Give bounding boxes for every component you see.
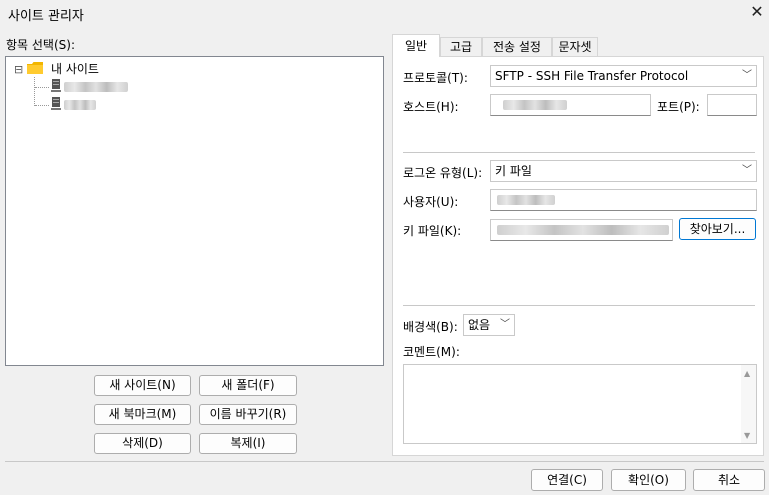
tree-item-site-1[interactable] <box>64 82 128 92</box>
bgcolor-value: 없음 <box>468 318 491 332</box>
cancel-button[interactable]: 취소 <box>693 469 765 491</box>
protocol-label: 프로토콜(T): <box>403 71 468 85</box>
tab-general[interactable]: 일반 <box>392 34 440 57</box>
scroll-up-icon[interactable]: ▲ <box>744 369 750 378</box>
footer-separator <box>5 461 764 462</box>
bgcolor-label: 배경색(B): <box>403 320 458 334</box>
tab-charset[interactable]: 문자셋 <box>552 37 598 56</box>
rename-button[interactable]: 이름 바꾸기(R) <box>199 404 297 425</box>
host-label: 호스트(H): <box>403 100 459 114</box>
tab-transfer-settings[interactable]: 전송 설정 <box>482 37 552 56</box>
collapse-toggle-icon[interactable]: ⊟ <box>14 63 23 76</box>
logon-type-value: 키 파일 <box>495 164 532 178</box>
comment-scrollbar[interactable]: ▲ ▼ <box>741 365 756 443</box>
user-label: 사용자(U): <box>403 195 459 209</box>
tree-root-label[interactable]: 내 사이트 <box>51 60 99 77</box>
tree-connector <box>35 87 49 89</box>
new-bookmark-button[interactable]: 새 북마크(M) <box>94 404 191 425</box>
server-icon <box>51 79 61 93</box>
port-label: 포트(P): <box>657 100 700 114</box>
comment-label: 코멘트(M): <box>403 345 460 359</box>
tab-advanced[interactable]: 고급 <box>440 37 482 56</box>
tree-connector <box>35 105 49 107</box>
tree-item-site-2[interactable] <box>64 100 96 110</box>
site-tree[interactable]: ⊟ 내 사이트 <box>5 56 384 366</box>
connect-button[interactable]: 연결(C) <box>531 469 603 491</box>
port-input[interactable] <box>707 94 757 116</box>
scroll-down-icon[interactable]: ▼ <box>744 431 750 440</box>
chevron-down-icon: ﹀ <box>742 70 752 81</box>
new-folder-button[interactable]: 새 폴더(F) <box>199 375 297 396</box>
chevron-down-icon: ﹀ <box>500 319 510 330</box>
duplicate-button[interactable]: 복제(I) <box>199 433 297 454</box>
window-title: 사이트 관리자 <box>8 9 84 24</box>
separator <box>403 152 755 153</box>
user-input[interactable] <box>490 189 757 211</box>
server-icon <box>51 97 61 111</box>
logon-type-select[interactable]: 키 파일 ﹀ <box>490 160 757 182</box>
tree-connector <box>34 77 36 106</box>
close-icon[interactable]: ✕ <box>748 3 766 21</box>
keyfile-label: 키 파일(K): <box>403 224 462 238</box>
delete-button[interactable]: 삭제(D) <box>94 433 191 454</box>
select-entry-label: 항목 선택(S): <box>6 38 75 52</box>
protocol-value: SFTP - SSH File Transfer Protocol <box>495 69 689 83</box>
host-value-redacted <box>503 100 567 110</box>
folder-icon <box>27 62 43 74</box>
ok-button[interactable]: 확인(O) <box>611 469 686 491</box>
chevron-down-icon: ﹀ <box>742 165 752 176</box>
keyfile-value-redacted <box>497 225 669 235</box>
user-value-redacted <box>497 195 555 205</box>
bgcolor-select[interactable]: 없음 ﹀ <box>463 314 515 336</box>
protocol-select[interactable]: SFTP - SSH File Transfer Protocol ﹀ <box>490 65 757 87</box>
separator <box>403 305 755 306</box>
browse-button[interactable]: 찾아보기... <box>679 218 756 240</box>
keyfile-input[interactable] <box>490 219 673 241</box>
comment-textarea[interactable]: ▲ ▼ <box>403 364 757 444</box>
new-site-button[interactable]: 새 사이트(N) <box>94 375 191 396</box>
logon-type-label: 로그온 유형(L): <box>403 166 483 180</box>
host-input[interactable] <box>490 94 651 116</box>
